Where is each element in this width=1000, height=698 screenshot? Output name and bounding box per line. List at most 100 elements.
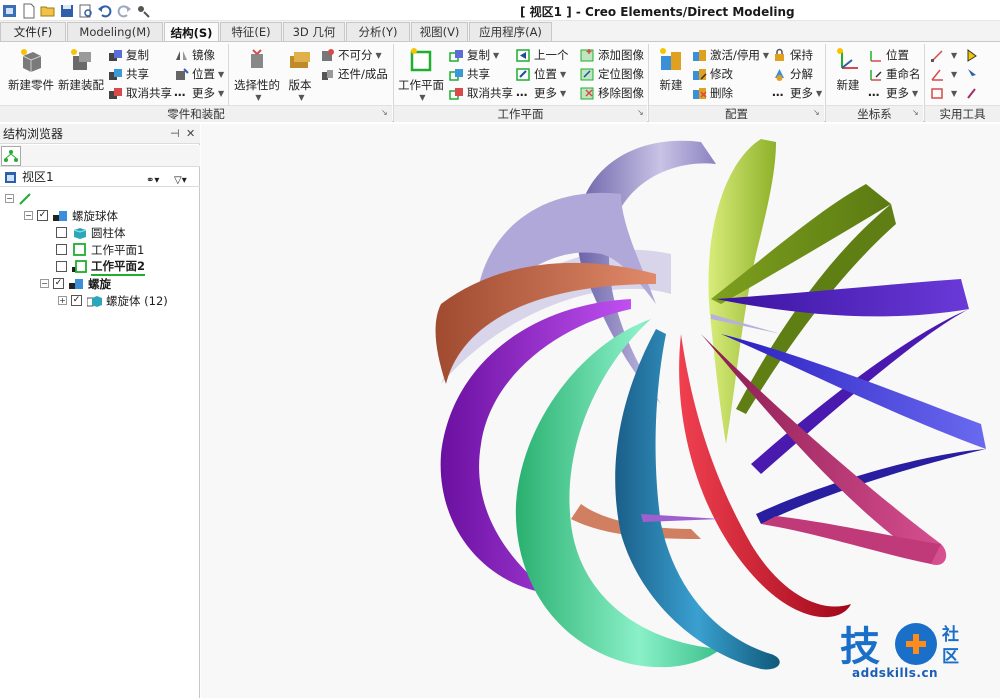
unshare-workplane-button[interactable]: 取消共享 bbox=[449, 84, 513, 102]
tree-view-tab[interactable] bbox=[1, 146, 21, 166]
part-group-icon bbox=[87, 295, 102, 307]
add-image-button[interactable]: 添加图像 bbox=[580, 46, 644, 64]
previous-workplane-button[interactable]: 上一个 bbox=[516, 46, 569, 64]
visibility-checkbox[interactable] bbox=[56, 227, 67, 238]
locate-image-label: 定位图像 bbox=[598, 67, 644, 81]
copy-part-button[interactable]: 复制 bbox=[108, 46, 149, 64]
print-preview-icon[interactable] bbox=[78, 3, 94, 19]
utility-tool-1-button[interactable]: ▼ bbox=[930, 46, 957, 64]
utility-tool-4-button[interactable] bbox=[964, 65, 982, 83]
selective-button[interactable]: 选择性的 ▼ bbox=[232, 46, 282, 102]
group-launcher-icon[interactable]: ↘ bbox=[637, 108, 646, 117]
close-icon[interactable]: ✕ bbox=[186, 127, 195, 140]
visibility-checkbox[interactable] bbox=[56, 244, 67, 255]
app-icon[interactable] bbox=[2, 3, 18, 19]
workplane-icon bbox=[410, 48, 432, 72]
more-parts-button[interactable]: … 更多 ▼ bbox=[174, 84, 224, 102]
group-launcher-icon[interactable]: ↘ bbox=[813, 108, 822, 117]
tree-row-cylinder[interactable]: 圆柱体 bbox=[56, 224, 126, 241]
copy-icon bbox=[449, 49, 463, 62]
position-coordsys-button[interactable]: 位置 bbox=[868, 46, 909, 64]
new-file-icon[interactable] bbox=[21, 3, 37, 19]
visibility-checkbox[interactable]: ✓ bbox=[53, 278, 64, 289]
collapse-icon[interactable]: − bbox=[5, 194, 14, 203]
collapse-icon[interactable]: − bbox=[24, 211, 33, 220]
share-workplane-label: 共享 bbox=[467, 67, 490, 81]
share-part-button[interactable]: 共享 bbox=[108, 65, 149, 83]
version-button[interactable]: 版本 ▼ bbox=[284, 46, 316, 102]
new-config-button[interactable]: 新建 bbox=[654, 46, 688, 93]
tree-row-helix-sphere[interactable]: − ✓ 螺旋球体 bbox=[24, 207, 118, 224]
helix-sphere-model[interactable] bbox=[201, 124, 1000, 698]
tab-file[interactable]: 文件(F) bbox=[0, 22, 66, 41]
tab-modeling[interactable]: Modeling(M) bbox=[67, 22, 163, 41]
group-launcher-icon[interactable]: ↘ bbox=[912, 108, 921, 117]
save-icon[interactable] bbox=[59, 3, 75, 19]
activate-config-label: 激活/停用 bbox=[710, 48, 760, 62]
more-coordsys-button[interactable]: … 更多 ▼ bbox=[868, 84, 918, 102]
expand-icon[interactable]: + bbox=[58, 296, 67, 305]
viewport-icon bbox=[5, 172, 16, 183]
viewport-selector[interactable]: 视区1 ⚭▾ ▽▾ bbox=[0, 168, 200, 187]
collapse-icon[interactable]: − bbox=[40, 279, 49, 288]
3d-viewport[interactable] bbox=[201, 124, 1000, 698]
keep-config-button[interactable]: 保持 bbox=[772, 46, 813, 64]
tree-row-helix-bodies[interactable]: + ✓ 螺旋体 (12) bbox=[58, 292, 168, 309]
open-folder-icon[interactable] bbox=[40, 3, 56, 19]
visibility-checkbox[interactable] bbox=[56, 261, 67, 272]
share-icon bbox=[449, 68, 463, 81]
restore-button[interactable]: 还件/成品 bbox=[320, 65, 388, 83]
utility-tool-3-button[interactable]: ▼ bbox=[930, 65, 957, 83]
locate-image-button[interactable]: 定位图像 bbox=[580, 65, 644, 83]
new-part-button[interactable]: 新建零件 bbox=[6, 46, 56, 93]
visibility-checkbox[interactable]: ✓ bbox=[37, 210, 48, 221]
pin-icon[interactable]: ⊣ bbox=[170, 127, 180, 140]
tree-row-workplane-2[interactable]: 工作平面2 bbox=[56, 258, 146, 276]
share-workplane-button[interactable]: 共享 bbox=[449, 65, 490, 83]
new-config-icon bbox=[660, 48, 681, 70]
visibility-checkbox[interactable]: ✓ bbox=[71, 295, 82, 306]
decompose-config-button[interactable]: 分解 bbox=[772, 65, 813, 83]
tab-applications[interactable]: 应用程序(A) bbox=[469, 22, 552, 41]
unavailable-button[interactable]: 不可分 ▼ bbox=[320, 46, 382, 64]
remove-image-button[interactable]: 移除图像 bbox=[580, 84, 644, 102]
tree-row-workplane-1[interactable]: 工作平面1 bbox=[56, 241, 144, 258]
tree-row-root[interactable]: − bbox=[5, 190, 37, 207]
activate-config-button[interactable]: 激活/停用 ▼ bbox=[692, 46, 769, 64]
position-workplane-button[interactable]: 位置 ▼ bbox=[516, 65, 566, 83]
copy-workplane-button[interactable]: 复制 ▼ bbox=[449, 46, 499, 64]
redo-icon[interactable] bbox=[116, 3, 132, 19]
ribbon-magenta-tail[interactable] bbox=[761, 516, 941, 564]
filter-icon[interactable]: ▽▾ bbox=[174, 171, 187, 190]
ribbon-spike-2[interactable] bbox=[641, 514, 721, 522]
delete-config-button[interactable]: 删除 bbox=[692, 84, 733, 102]
window-title: [ 视区1 ] - Creo Elements/Direct Modeling bbox=[520, 5, 795, 19]
new-assembly-button[interactable]: 新建装配 bbox=[56, 46, 106, 93]
utility-tool-2-button[interactable] bbox=[964, 46, 982, 64]
root-line-icon bbox=[19, 192, 31, 205]
share-part-label: 共享 bbox=[126, 67, 149, 81]
utility-tool-6-button[interactable] bbox=[964, 84, 982, 102]
utility-tool-5-button[interactable]: ▼ bbox=[930, 84, 957, 102]
rename-icon bbox=[870, 69, 882, 81]
customize-icon[interactable] bbox=[135, 3, 151, 19]
group-launcher-icon[interactable]: ↘ bbox=[381, 108, 390, 117]
chevron-down-icon: ▼ bbox=[493, 50, 500, 60]
more-config-button[interactable]: … 更多 ▼ bbox=[772, 84, 822, 102]
modify-config-button[interactable]: 修改 bbox=[692, 65, 733, 83]
tab-analysis[interactable]: 分析(Y) bbox=[346, 22, 410, 41]
rename-coordsys-button[interactable]: 重命名 bbox=[868, 65, 921, 83]
binoculars-icon[interactable]: ⚭▾ bbox=[146, 171, 159, 190]
new-coordsys-button[interactable]: 新建 bbox=[831, 46, 865, 93]
unshare-part-button[interactable]: 取消共享 bbox=[108, 84, 172, 102]
undo-icon[interactable] bbox=[97, 3, 113, 19]
tree-row-helix[interactable]: − ✓ 螺旋 bbox=[40, 275, 111, 292]
position-part-button[interactable]: 位置 ▼ bbox=[174, 65, 224, 83]
tab-3d-geometry[interactable]: 3D 几何 bbox=[283, 22, 345, 41]
workplane-button[interactable]: 工作平面 ▼ bbox=[398, 46, 444, 102]
mirror-button[interactable]: 镜像 bbox=[174, 46, 215, 64]
tab-features[interactable]: 特征(E) bbox=[220, 22, 282, 41]
tab-structure[interactable]: 结构(S) bbox=[164, 22, 219, 42]
tab-view[interactable]: 视图(V) bbox=[411, 22, 468, 41]
more-workplane-button[interactable]: … 更多 ▼ bbox=[516, 84, 566, 102]
